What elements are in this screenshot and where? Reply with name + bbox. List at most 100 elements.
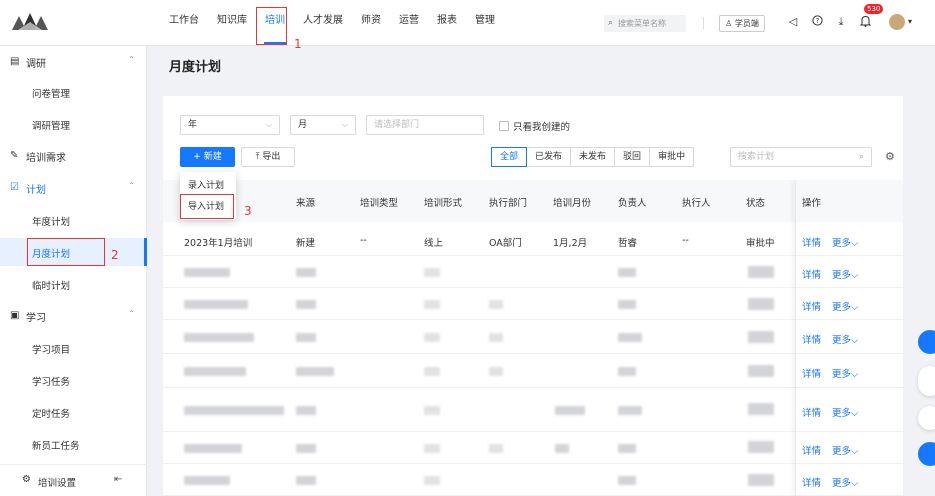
survey-icon: ▤ bbox=[10, 56, 20, 67]
gear-icon[interactable]: ⚙ bbox=[885, 150, 895, 163]
more-link[interactable]: 更多⌵ bbox=[832, 475, 858, 489]
column-header-type: 培训类型 bbox=[360, 198, 399, 209]
more-label: 更多 bbox=[832, 335, 852, 346]
more-link[interactable]: 更多⌵ bbox=[832, 235, 858, 249]
help-icon[interactable]: ? bbox=[810, 15, 824, 29]
more-link[interactable]: 更多⌵ bbox=[832, 405, 858, 419]
more-link[interactable]: 更多⌵ bbox=[832, 332, 858, 346]
more-link[interactable]: 更多⌵ bbox=[832, 299, 858, 313]
nav-talent[interactable]: 人才发展 bbox=[294, 0, 352, 46]
training-settings-link[interactable]: 培训设置 bbox=[38, 475, 76, 489]
sidebar-item-label: 定时任务 bbox=[32, 409, 71, 420]
detail-link[interactable]: 详情 bbox=[802, 267, 821, 281]
sidebar-group-survey[interactable]: ▤ 调研 ⌃ bbox=[0, 48, 147, 76]
tab-approving[interactable]: 审批中 bbox=[649, 147, 695, 167]
detail-link[interactable]: 详情 bbox=[802, 443, 821, 457]
blurred-cell bbox=[296, 476, 316, 485]
sidebar-group-label: 学习 bbox=[26, 313, 46, 324]
notification-badge: 530 bbox=[864, 4, 884, 14]
sidebar-item-learning-project[interactable]: 学习项目 bbox=[0, 334, 147, 362]
more-link[interactable]: 更多⌵ bbox=[832, 443, 858, 457]
more-link[interactable]: 更多⌵ bbox=[832, 366, 858, 380]
sidebar-group-needs[interactable]: ✎ 培训需求 bbox=[0, 142, 147, 170]
logo-icon[interactable] bbox=[12, 10, 48, 34]
nav-operations[interactable]: 运营 bbox=[390, 0, 428, 46]
menu-item-enter-plan[interactable]: 录入计划 bbox=[188, 178, 224, 191]
tab-rejected[interactable]: 驳回 bbox=[614, 147, 651, 167]
blurred-cell bbox=[184, 476, 230, 485]
tab-published[interactable]: 已发布 bbox=[526, 147, 572, 167]
student-portal-button[interactable]: ♙ 学员端 bbox=[719, 15, 765, 32]
sidebar-item-survey-manage[interactable]: 调研管理 bbox=[0, 110, 147, 138]
new-button[interactable]: + 新建 bbox=[180, 147, 235, 167]
chevron-up-icon: ⌃ bbox=[128, 55, 135, 64]
department-select[interactable]: 请选择部门 bbox=[366, 115, 484, 135]
plan-search-input[interactable]: 搜索计划 ⌕ bbox=[730, 147, 872, 167]
cell-dept: OA部门 bbox=[489, 238, 522, 249]
plan-icon: ☑ bbox=[10, 182, 19, 193]
sidebar-item-new-employee-task[interactable]: 新员工任务 bbox=[0, 430, 147, 458]
blurred-cell bbox=[424, 268, 440, 277]
menu-search-input[interactable]: ⌕ 搜索菜单名称 bbox=[604, 15, 686, 32]
detail-link[interactable]: 详情 bbox=[802, 405, 821, 419]
guide-float-button[interactable] bbox=[918, 366, 935, 396]
annotation-number-3: 3 bbox=[244, 204, 252, 218]
blurred-cell bbox=[618, 333, 642, 342]
detail-link[interactable]: 详情 bbox=[802, 299, 821, 313]
table-row bbox=[163, 432, 903, 464]
top-bar: 工作台 知识库 培训 人才发展 师资 运营 报表 管理 ⌕ 搜索菜单名称 ♙ 学… bbox=[0, 0, 935, 46]
blurred-cell bbox=[748, 331, 774, 343]
blurred-cell bbox=[748, 266, 774, 278]
cell-months: 1月,2月 bbox=[553, 238, 588, 249]
sidebar-item-annual-plan[interactable]: 年度计划 bbox=[0, 206, 147, 234]
avatar[interactable] bbox=[889, 14, 905, 30]
sidebar-item-scheduled-task[interactable]: 定时任务 bbox=[0, 398, 147, 426]
blurred-cell bbox=[618, 444, 636, 453]
chevron-down-icon[interactable]: ▾ bbox=[908, 17, 912, 26]
bell-icon[interactable] bbox=[858, 15, 872, 30]
nav-teachers[interactable]: 师资 bbox=[352, 0, 390, 46]
nav-knowledge[interactable]: 知识库 bbox=[208, 0, 256, 46]
nav-reports[interactable]: 报表 bbox=[428, 0, 466, 46]
month-select[interactable]: 月 ⌵ bbox=[290, 115, 356, 135]
tab-unpublished[interactable]: 未发布 bbox=[570, 147, 616, 167]
detail-link[interactable]: 详情 bbox=[802, 475, 821, 489]
more-link[interactable]: 更多⌵ bbox=[832, 267, 858, 281]
only-mine-checkbox[interactable] bbox=[499, 121, 509, 131]
detail-link[interactable]: 详情 bbox=[802, 366, 821, 380]
sidebar-item-learning-task[interactable]: 学习任务 bbox=[0, 366, 147, 394]
detail-link[interactable]: 详情 bbox=[802, 235, 821, 249]
download-icon[interactable]: ⤓ bbox=[834, 15, 848, 29]
megaphone-icon[interactable]: ◁ bbox=[786, 15, 800, 28]
edit-icon: ✎ bbox=[10, 150, 19, 161]
export-button[interactable]: ⤒ 导出 bbox=[241, 147, 295, 167]
blurred-cell bbox=[424, 333, 440, 342]
tab-all[interactable]: 全部 bbox=[491, 147, 528, 167]
nav-admin[interactable]: 管理 bbox=[466, 0, 504, 46]
sidebar-item-temp-plan[interactable]: 临时计划 bbox=[0, 270, 147, 298]
collapse-icon[interactable]: ⇤ bbox=[114, 474, 122, 485]
sidebar-item-questionnaire[interactable]: 问卷管理 bbox=[0, 78, 147, 106]
sidebar-group-plan[interactable]: ☑ 计划 ⌃ bbox=[0, 174, 147, 202]
blurred-cell bbox=[424, 367, 440, 376]
chevron-down-icon: ⌵ bbox=[851, 335, 859, 346]
support-float-button[interactable] bbox=[918, 442, 935, 466]
annotation-box-3 bbox=[180, 194, 234, 219]
sidebar-item-label: 学习任务 bbox=[32, 377, 71, 388]
chevron-down-icon: ⌵ bbox=[851, 408, 859, 419]
column-header-executor: 执行人 bbox=[682, 198, 711, 209]
blurred-cell bbox=[555, 444, 569, 453]
table-row bbox=[163, 464, 903, 496]
year-select[interactable]: 年 ⌵ bbox=[180, 115, 280, 135]
sidebar-group-learning[interactable]: ▣ 学习 ⌃ bbox=[0, 302, 147, 330]
feedback-float-button[interactable] bbox=[918, 406, 935, 430]
chat-float-button[interactable] bbox=[918, 330, 935, 354]
nav-workbench[interactable]: 工作台 bbox=[160, 0, 208, 46]
detail-link[interactable]: 详情 bbox=[802, 332, 821, 346]
blurred-cell bbox=[618, 367, 636, 376]
cell-plan-name[interactable]: 2023年1月培训 bbox=[184, 235, 252, 249]
export-label: 导出 bbox=[262, 152, 281, 162]
table-row bbox=[163, 288, 903, 320]
blurred-cell bbox=[748, 365, 774, 377]
month-select-value: 月 bbox=[298, 120, 308, 130]
